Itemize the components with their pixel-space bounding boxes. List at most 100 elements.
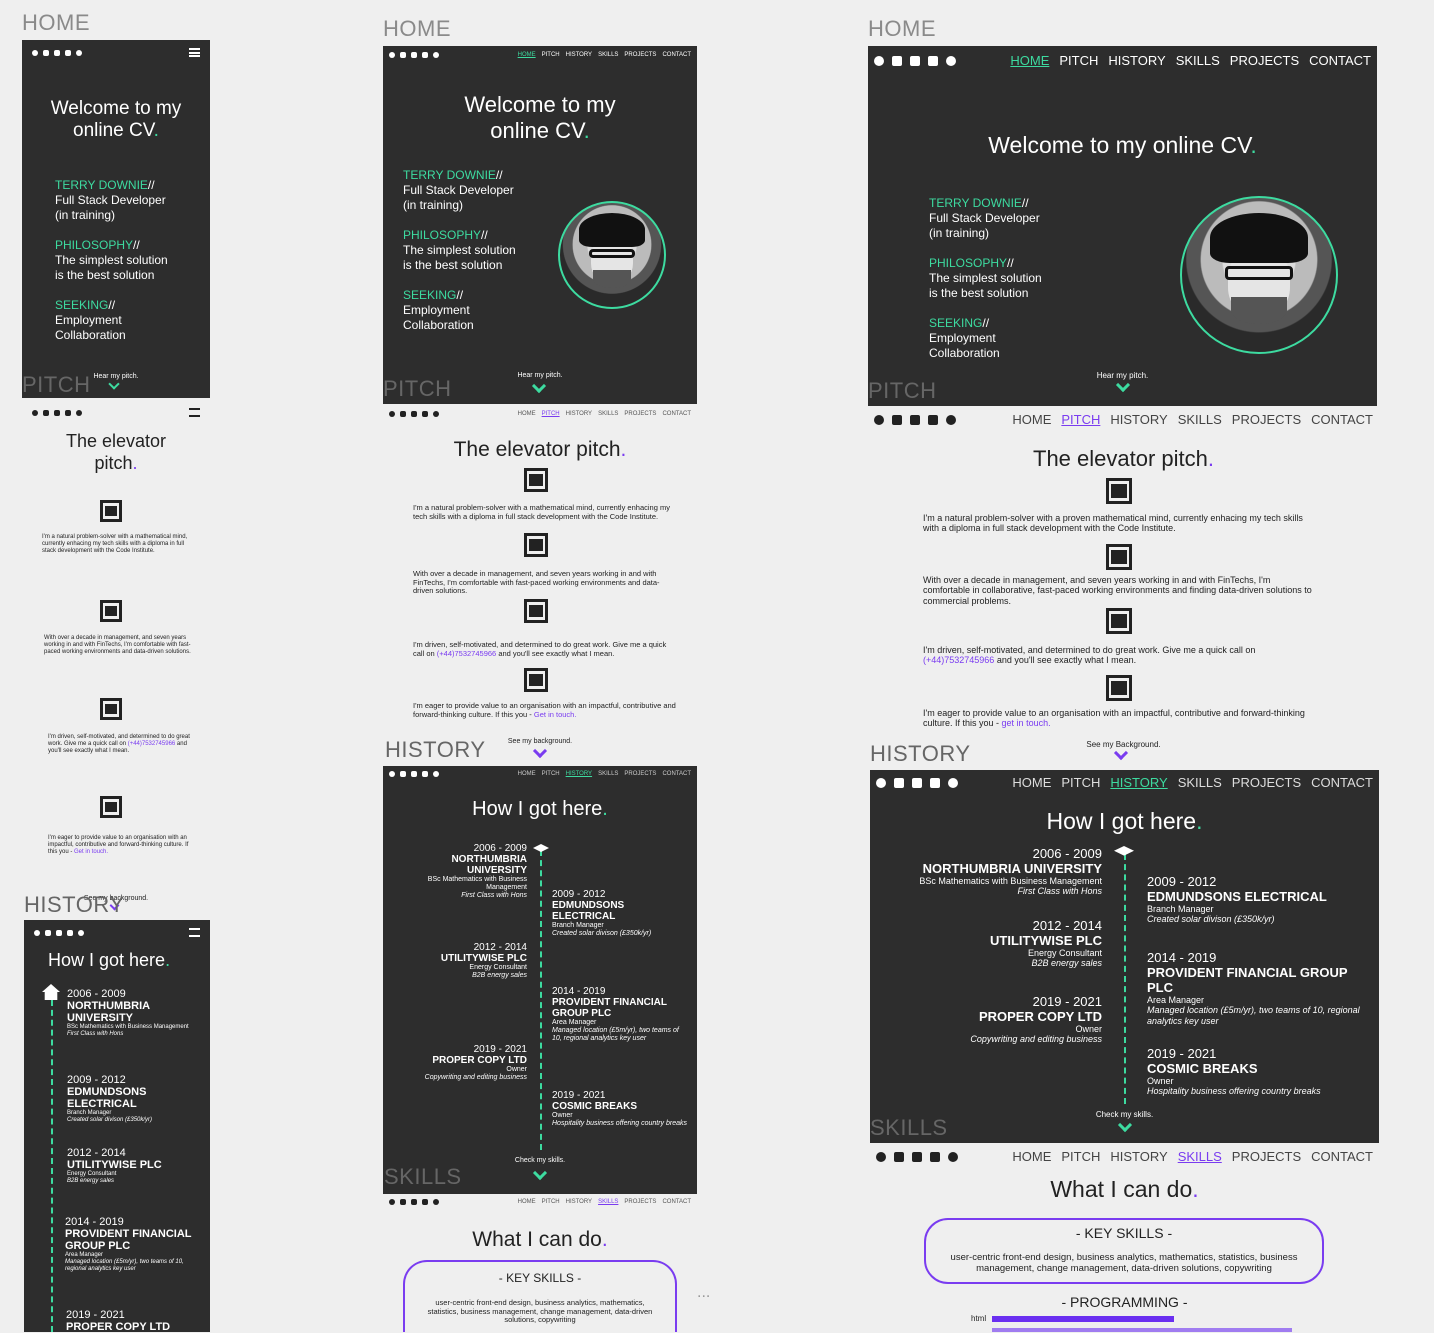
chevron-down-icon[interactable] bbox=[532, 1165, 548, 1181]
medium-icon[interactable] bbox=[930, 1151, 940, 1162]
chevron-down-icon[interactable] bbox=[532, 743, 548, 759]
nav-skills[interactable]: SKILLS bbox=[1176, 53, 1220, 68]
medium-icon[interactable] bbox=[928, 414, 938, 425]
check-skills-link[interactable]: Check my skills. bbox=[383, 1157, 697, 1164]
instagram-icon[interactable] bbox=[433, 52, 439, 58]
linkedin-icon[interactable] bbox=[43, 49, 49, 56]
linkedin-icon[interactable] bbox=[45, 929, 51, 936]
nav-contact[interactable]: CONTACT bbox=[662, 52, 691, 58]
instagram-icon[interactable] bbox=[946, 414, 956, 425]
linkedin-icon[interactable] bbox=[894, 1151, 904, 1162]
nav-projects[interactable]: PROJECTS bbox=[1232, 1149, 1301, 1164]
linkedin-icon[interactable] bbox=[400, 411, 406, 417]
medium-icon[interactable] bbox=[930, 777, 940, 788]
twitter-icon[interactable] bbox=[54, 49, 60, 56]
nav-contact[interactable]: CONTACT bbox=[1309, 53, 1371, 68]
twitter-icon[interactable] bbox=[411, 1199, 417, 1205]
twitter-icon[interactable] bbox=[912, 777, 922, 788]
nav-projects[interactable]: PROJECTS bbox=[1232, 412, 1301, 427]
medium-icon[interactable] bbox=[422, 771, 428, 777]
linkedin-icon[interactable] bbox=[43, 409, 49, 416]
nav-contact[interactable]: CONTACT bbox=[1311, 412, 1373, 427]
twitter-icon[interactable] bbox=[912, 1151, 922, 1162]
linkedin-icon[interactable] bbox=[892, 414, 902, 425]
phone-link[interactable]: (+44)7532745966 bbox=[923, 655, 994, 665]
medium-icon[interactable] bbox=[67, 929, 73, 936]
chevron-down-icon[interactable] bbox=[1115, 377, 1131, 393]
chevron-down-icon[interactable] bbox=[108, 378, 120, 390]
medium-icon[interactable] bbox=[422, 411, 428, 417]
instagram-icon[interactable] bbox=[76, 49, 82, 56]
twitter-icon[interactable] bbox=[910, 55, 920, 66]
nav-pitch[interactable]: PITCH bbox=[542, 52, 560, 58]
nav-skills[interactable]: SKILLS bbox=[598, 1199, 618, 1205]
nav-history[interactable]: HISTORY bbox=[566, 411, 592, 417]
nav-contact[interactable]: CONTACT bbox=[662, 771, 691, 777]
github-icon[interactable] bbox=[874, 55, 884, 66]
nav-history[interactable]: HISTORY bbox=[566, 52, 592, 58]
nav-skills[interactable]: SKILLS bbox=[1178, 412, 1222, 427]
github-icon[interactable] bbox=[876, 1151, 886, 1162]
nav-skills[interactable]: SKILLS bbox=[1178, 1149, 1222, 1164]
instagram-icon[interactable] bbox=[948, 1151, 958, 1162]
linkedin-icon[interactable] bbox=[400, 1199, 406, 1205]
nav-pitch[interactable]: PITCH bbox=[542, 771, 560, 777]
nav-home[interactable]: HOME bbox=[518, 771, 536, 777]
linkedin-icon[interactable] bbox=[892, 55, 902, 66]
get-in-touch-link[interactable]: get in touch. bbox=[1002, 718, 1051, 728]
medium-icon[interactable] bbox=[65, 49, 71, 56]
github-icon[interactable] bbox=[34, 929, 40, 936]
phone-link[interactable]: (+44)7532745966 bbox=[437, 649, 496, 658]
instagram-icon[interactable] bbox=[78, 929, 84, 936]
github-icon[interactable] bbox=[389, 411, 395, 417]
nav-projects[interactable]: PROJECTS bbox=[1232, 775, 1301, 790]
nav-skills[interactable]: SKILLS bbox=[598, 771, 618, 777]
twitter-icon[interactable] bbox=[56, 929, 62, 936]
medium-icon[interactable] bbox=[65, 409, 71, 416]
menu-icon[interactable] bbox=[189, 928, 200, 937]
medium-icon[interactable] bbox=[422, 52, 428, 58]
nav-home[interactable]: HOME bbox=[1012, 1149, 1051, 1164]
nav-home[interactable]: HOME bbox=[518, 411, 536, 417]
linkedin-icon[interactable] bbox=[400, 771, 406, 777]
nav-projects[interactable]: PROJECTS bbox=[624, 52, 656, 58]
instagram-icon[interactable] bbox=[946, 55, 956, 66]
github-icon[interactable] bbox=[32, 49, 38, 56]
nav-pitch[interactable]: PITCH bbox=[1061, 412, 1100, 427]
linkedin-icon[interactable] bbox=[400, 52, 406, 58]
github-icon[interactable] bbox=[876, 777, 886, 788]
get-in-touch-link[interactable]: Get in touch. bbox=[534, 710, 577, 719]
twitter-icon[interactable] bbox=[910, 414, 920, 425]
instagram-icon[interactable] bbox=[433, 411, 439, 417]
nav-home[interactable]: HOME bbox=[518, 52, 536, 58]
nav-home[interactable]: HOME bbox=[518, 1199, 536, 1205]
nav-contact[interactable]: CONTACT bbox=[662, 1199, 691, 1205]
nav-history[interactable]: HISTORY bbox=[1110, 412, 1167, 427]
nav-history[interactable]: HISTORY bbox=[566, 1199, 592, 1205]
nav-home[interactable]: HOME bbox=[1010, 53, 1049, 68]
menu-icon[interactable] bbox=[189, 48, 200, 57]
twitter-icon[interactable] bbox=[54, 409, 60, 416]
medium-icon[interactable] bbox=[928, 55, 938, 66]
get-in-touch-link[interactable]: Get in touch. bbox=[74, 849, 108, 855]
github-icon[interactable] bbox=[874, 414, 884, 425]
chevron-down-icon[interactable] bbox=[1117, 1117, 1133, 1133]
nav-history[interactable]: HISTORY bbox=[566, 771, 592, 777]
nav-projects[interactable]: PROJECTS bbox=[1230, 53, 1299, 68]
nav-projects[interactable]: PROJECTS bbox=[624, 1199, 656, 1205]
nav-skills[interactable]: SKILLS bbox=[1178, 775, 1222, 790]
instagram-icon[interactable] bbox=[948, 777, 958, 788]
menu-icon[interactable] bbox=[189, 408, 200, 417]
github-icon[interactable] bbox=[389, 771, 395, 777]
chevron-down-icon[interactable] bbox=[531, 378, 547, 394]
nav-history[interactable]: HISTORY bbox=[1108, 53, 1165, 68]
nav-pitch[interactable]: PITCH bbox=[542, 1199, 560, 1205]
nav-projects[interactable]: PROJECTS bbox=[624, 411, 656, 417]
linkedin-icon[interactable] bbox=[894, 777, 904, 788]
nav-pitch[interactable]: PITCH bbox=[1061, 1149, 1100, 1164]
nav-history[interactable]: HISTORY bbox=[1110, 1149, 1167, 1164]
nav-pitch[interactable]: PITCH bbox=[1059, 53, 1098, 68]
github-icon[interactable] bbox=[32, 409, 38, 416]
nav-projects[interactable]: PROJECTS bbox=[624, 771, 656, 777]
instagram-icon[interactable] bbox=[76, 409, 82, 416]
